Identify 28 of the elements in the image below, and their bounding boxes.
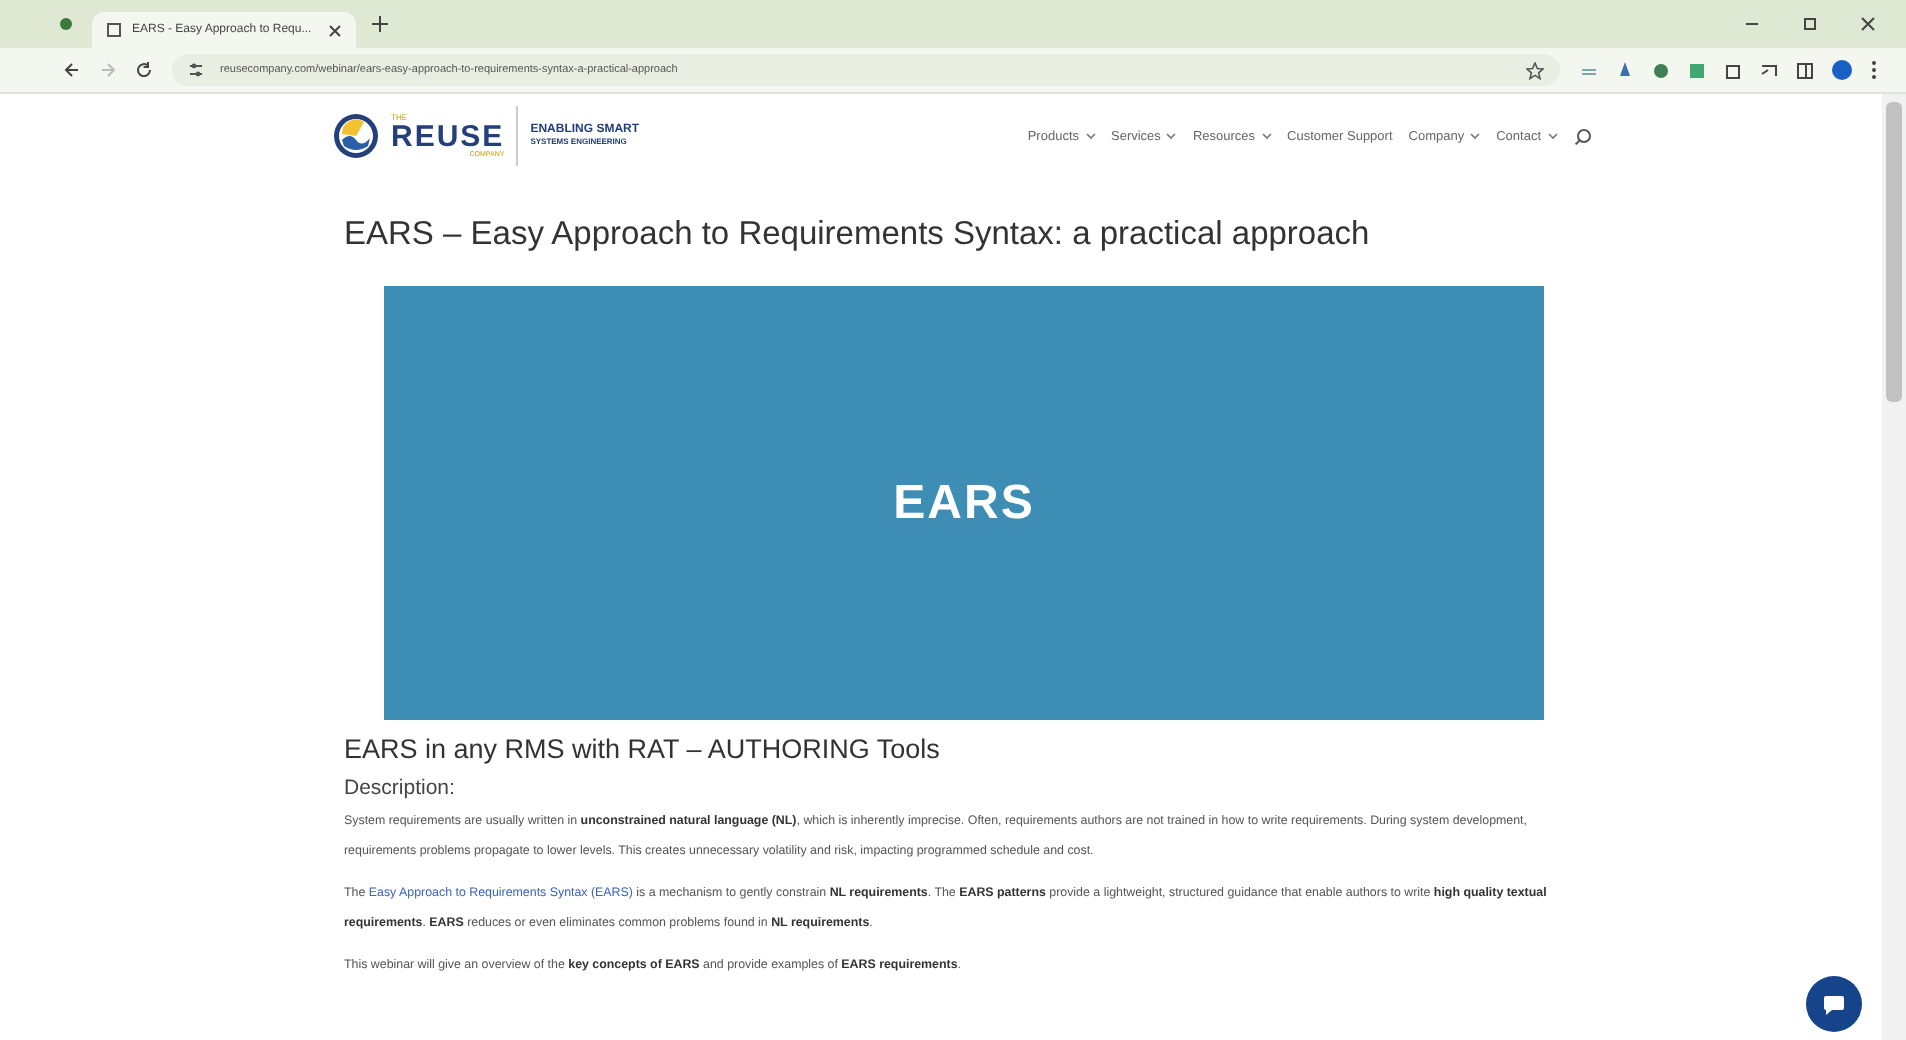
site-info-icon[interactable] — [188, 62, 204, 78]
scrollbar[interactable] — [1882, 94, 1906, 1040]
chevron-down-icon — [1085, 132, 1095, 140]
section-title: EARS in any RMS with RAT – AUTHORING Tools — [344, 734, 942, 764]
chat-button[interactable] — [1806, 976, 1862, 1032]
close-icon[interactable] — [328, 23, 342, 37]
chevron-down-icon — [1547, 132, 1557, 140]
star-icon[interactable] — [1526, 61, 1544, 79]
reload-icon[interactable] — [136, 62, 152, 78]
chevron-down-icon — [1261, 132, 1272, 140]
new-tab-icon[interactable] — [372, 16, 388, 32]
chevron-down-icon — [1470, 132, 1481, 140]
more-icon[interactable] — [1870, 60, 1878, 80]
banner-title: EARS — [893, 475, 1035, 531]
side-panel-icon[interactable] — [1796, 61, 1814, 79]
section-heading: Description: — [344, 776, 457, 800]
logo-wordmark: REUSE — [391, 121, 505, 152]
search-icon[interactable] — [1573, 127, 1591, 145]
chat-bubble-icon — [1822, 993, 1846, 1015]
page-title: EARS – Easy Approach to Requirements Syntax: a practical approach — [344, 216, 1372, 254]
page-icon — [106, 22, 122, 38]
maximize-icon[interactable] — [1802, 16, 1818, 32]
close-icon[interactable] — [1860, 16, 1876, 32]
logo-icon[interactable] — [331, 112, 379, 160]
back-icon[interactable] — [64, 62, 80, 78]
profile-icon[interactable] — [1832, 60, 1852, 80]
chevron-down-icon — [1166, 132, 1177, 140]
extensions-icon[interactable] — [1724, 61, 1742, 79]
